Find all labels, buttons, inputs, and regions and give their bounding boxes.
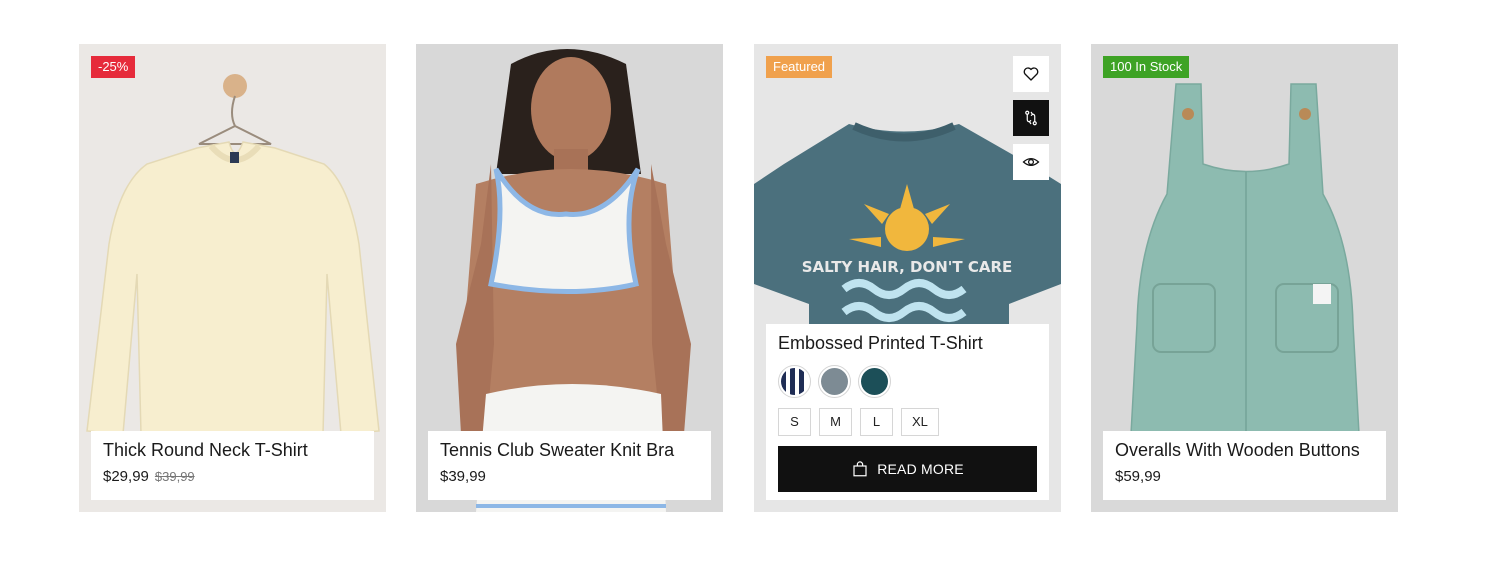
size-option[interactable]: M — [819, 408, 852, 436]
quick-actions — [1013, 56, 1049, 188]
heart-icon — [1023, 67, 1039, 81]
current-price: $39,99 — [440, 468, 486, 485]
product-title[interactable]: Embossed Printed T-Shirt — [778, 332, 1037, 354]
swatch-teal[interactable] — [858, 365, 891, 398]
product-card-embossed-printed-tshirt[interactable]: SALTY HAIR, DON'T CARE Featured Embossed… — [754, 44, 1061, 512]
size-option[interactable]: XL — [901, 408, 939, 436]
product-info: Embossed Printed T-Shirt S M L XL READ M… — [766, 324, 1049, 500]
featured-badge: Featured — [766, 56, 833, 78]
swatch-navy-stripe[interactable] — [778, 365, 811, 398]
compare-icon — [1025, 110, 1037, 126]
size-option[interactable]: S — [778, 408, 811, 436]
price-row: $29,99 $39,99 — [103, 468, 362, 486]
size-option[interactable]: L — [860, 408, 893, 436]
current-price: $29,99 — [103, 468, 149, 485]
swatch-grey[interactable] — [818, 365, 851, 398]
product-info: Thick Round Neck T-Shirt $29,99 $39,99 — [91, 431, 374, 500]
product-title[interactable]: Tennis Club Sweater Knit Bra — [440, 439, 699, 461]
product-card-overalls[interactable]: 100 In Stock Overalls With Wooden Button… — [1091, 44, 1398, 512]
read-more-label: READ MORE — [877, 461, 964, 477]
price-row: $39,99 — [440, 468, 699, 486]
product-card-thick-round-neck[interactable]: -25% Thick Round Neck T-Shirt $29,99 $39,… — [79, 44, 386, 512]
quick-view-button[interactable] — [1013, 144, 1049, 180]
stock-badge: 100 In Stock — [1103, 56, 1190, 78]
eye-icon — [1022, 157, 1040, 167]
wishlist-button[interactable] — [1013, 56, 1049, 92]
product-card-tennis-club-bra[interactable]: Tennis Club Sweater Knit Bra $39,99 — [416, 44, 723, 512]
product-info: Tennis Club Sweater Knit Bra $39,99 — [428, 431, 711, 500]
size-options: S M L XL — [778, 408, 1037, 436]
shirt-print-text: SALTY HAIR, DON'T CARE — [802, 258, 1013, 276]
read-more-button[interactable]: READ MORE — [778, 446, 1037, 492]
shopping-bag-icon — [853, 461, 867, 477]
old-price: $39,99 — [154, 469, 195, 484]
product-title[interactable]: Thick Round Neck T-Shirt — [103, 439, 362, 461]
price-row: $59,99 — [1115, 468, 1374, 486]
product-title[interactable]: Overalls With Wooden Buttons — [1115, 439, 1374, 461]
current-price: $59,99 — [1115, 468, 1161, 485]
color-swatches — [778, 365, 1037, 398]
product-grid: -25% Thick Round Neck T-Shirt $29,99 $39,… — [79, 44, 1399, 512]
compare-button[interactable] — [1013, 100, 1049, 136]
product-info: Overalls With Wooden Buttons $59,99 — [1103, 431, 1386, 500]
discount-badge: -25% — [91, 56, 136, 78]
